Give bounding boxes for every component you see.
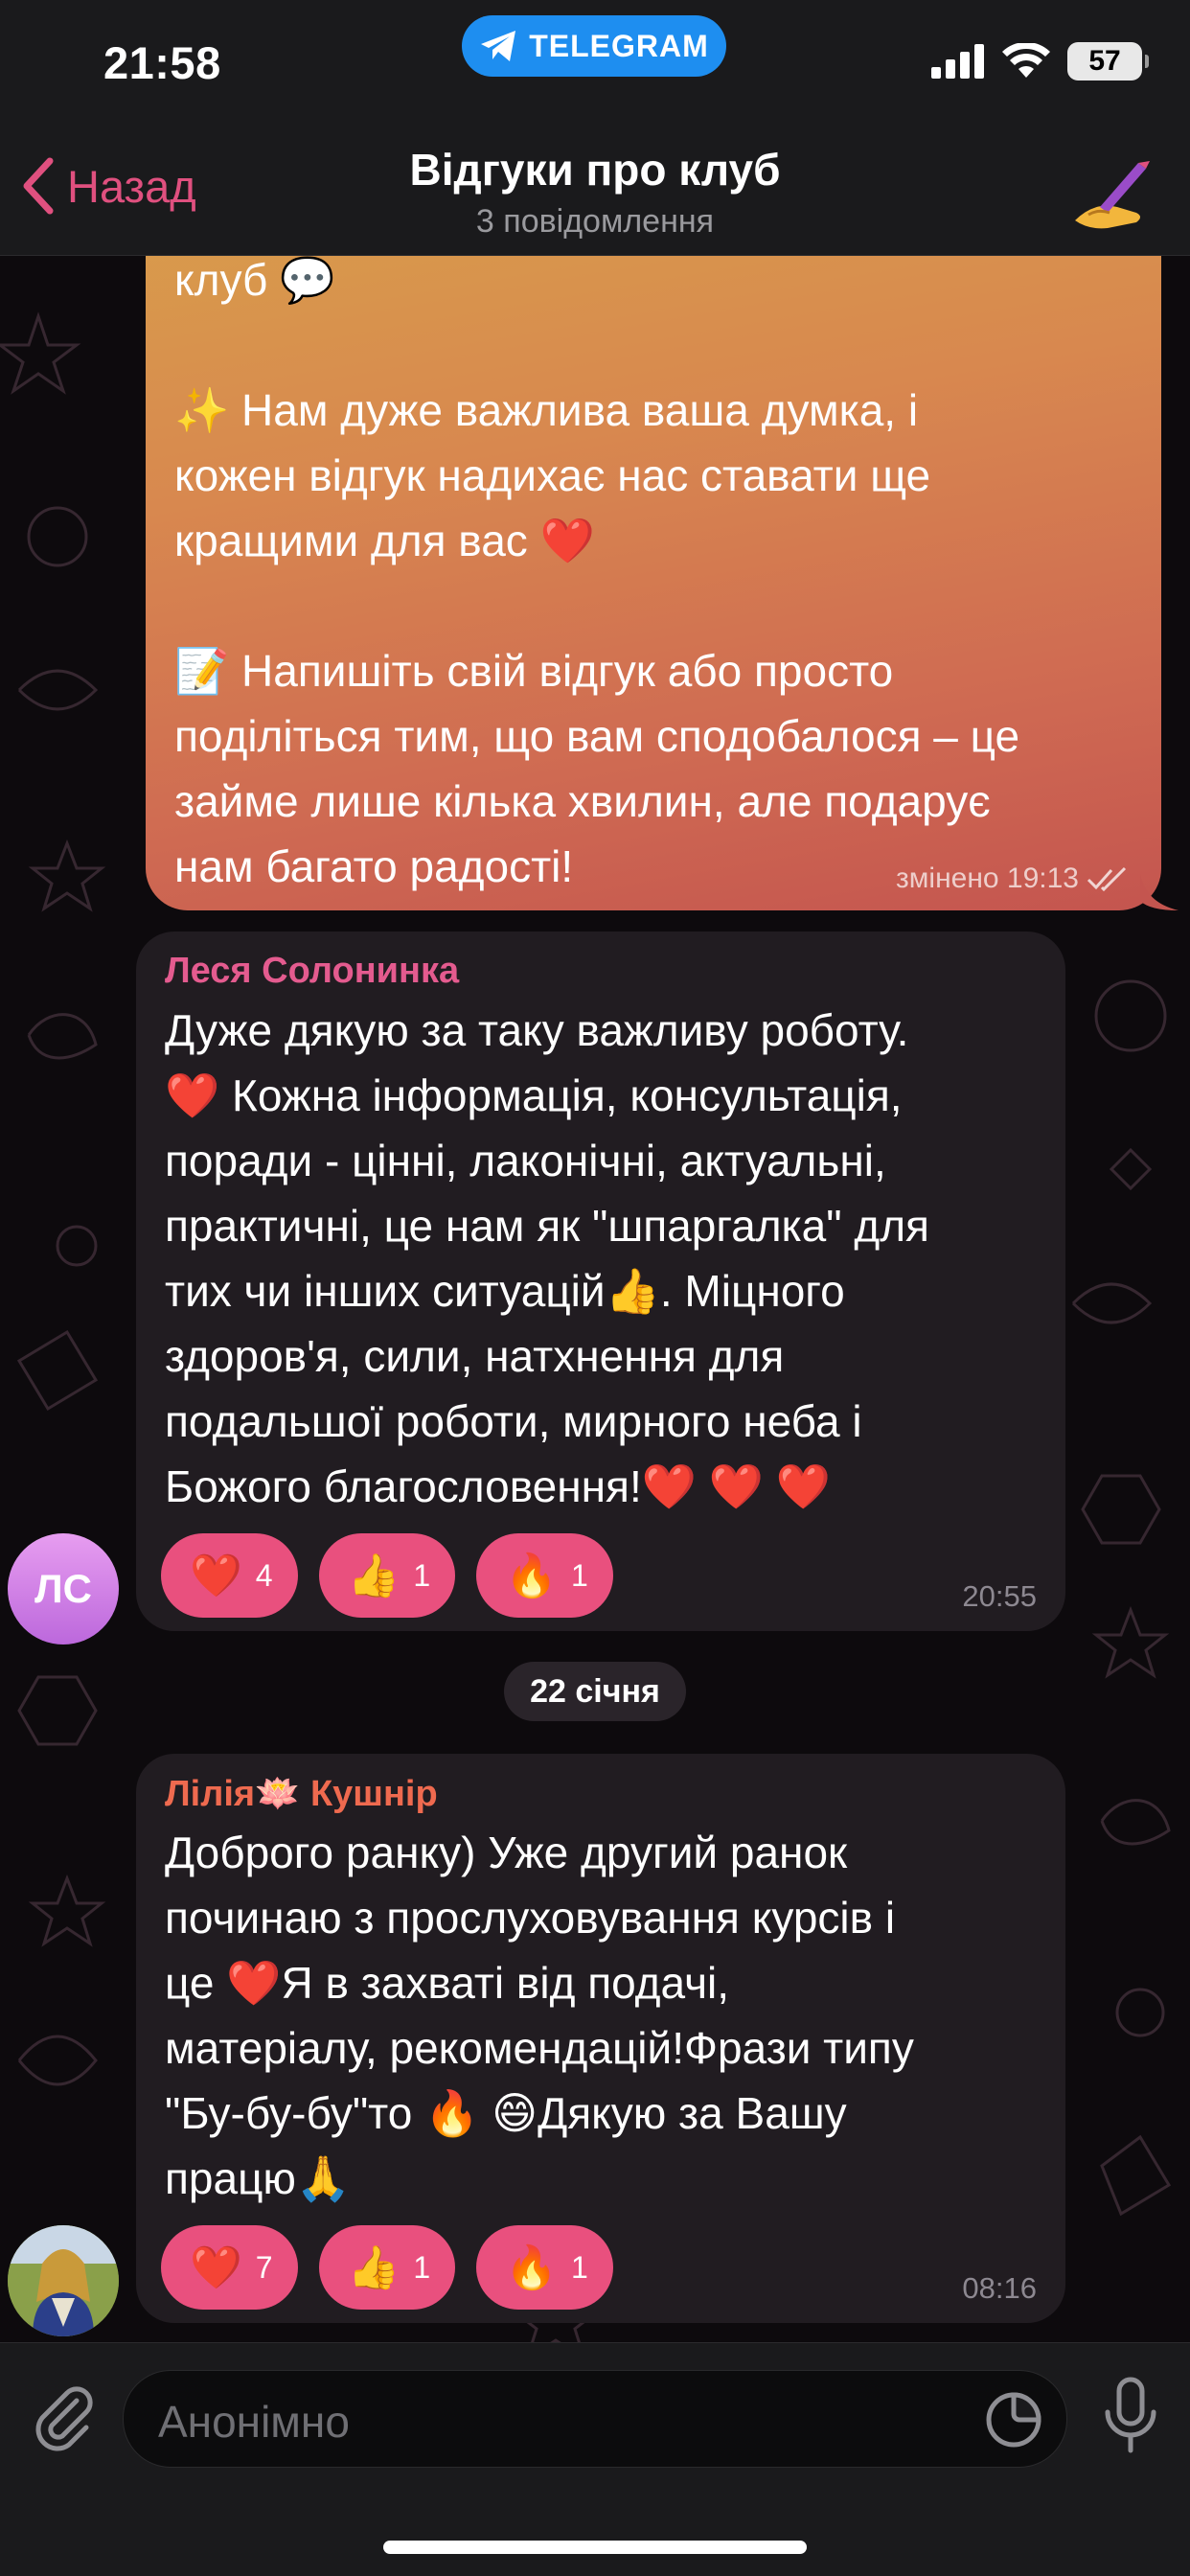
- reaction-emoji: 🔥: [505, 1552, 558, 1599]
- status-time: 21:58: [103, 37, 221, 88]
- chat-subtitle: 3 повідомлення: [475, 203, 715, 240]
- reaction-count: 1: [570, 1557, 588, 1593]
- battery-level: 57: [1088, 45, 1121, 77]
- message-line: "Бу-бу-бу"то 🔥 😄Дякую за Вашу: [165, 2088, 847, 2138]
- reaction-emoji: 👍: [347, 1552, 400, 1599]
- reaction-emoji: 👍: [347, 2244, 400, 2291]
- writing-hand-icon[interactable]: [1071, 153, 1152, 234]
- incoming-message-bubble[interactable]: Лілія🪷 Кушнір Доброго ранку) Уже другий …: [136, 1754, 1065, 2323]
- reaction-thumbs-up[interactable]: 👍 1: [318, 2225, 456, 2310]
- reaction-count: 1: [570, 2249, 588, 2285]
- message-line: здоров'я, сили, натхнення для: [165, 1331, 785, 1381]
- reactions-row: ❤️ 7 👍 1 🔥 1: [161, 2225, 613, 2310]
- outgoing-line: нам багато радості!: [174, 841, 574, 891]
- reaction-fire[interactable]: 🔥 1: [476, 2225, 613, 2310]
- wifi-icon: [1002, 43, 1050, 78]
- reaction-count: 7: [255, 2249, 273, 2285]
- message-input[interactable]: Анонімно: [123, 2370, 1067, 2468]
- sender-name[interactable]: Лілія🪷 Кушнір: [165, 1773, 438, 1815]
- reaction-count: 1: [413, 1557, 431, 1593]
- battery-icon: 57: [1067, 42, 1149, 80]
- outgoing-line: кожен відгук надихає нас ставати ще: [174, 450, 931, 500]
- telegram-app-pill[interactable]: TELEGRAM: [462, 15, 726, 77]
- sticker-icon[interactable]: [984, 2390, 1043, 2450]
- reaction-count: 1: [413, 2249, 431, 2285]
- message-time: 20:55: [962, 1579, 1037, 1613]
- message-line: Божого благословення!❤️ ❤️ ❤️: [165, 1461, 832, 1511]
- message-line: поради - цінні, лаконічні, актуальні,: [165, 1136, 886, 1185]
- telegram-label: TELEGRAM: [529, 28, 709, 63]
- outgoing-line: поділіться тим, що вам сподобалося – це: [174, 711, 1020, 761]
- message-line: Доброго ранку) Уже другий ранок: [165, 1828, 848, 1877]
- outgoing-line: клуб 💬: [174, 255, 335, 305]
- microphone-icon[interactable]: [1100, 2376, 1161, 2456]
- chat-title[interactable]: Відгуки про клуб: [0, 144, 1190, 196]
- message-line: Дуже дякую за таку важливу роботу.: [165, 1005, 909, 1055]
- message-line: це ❤️Я в захваті від подачі,: [165, 1958, 730, 2008]
- sender-name[interactable]: Леся Солонинка: [165, 951, 459, 992]
- reaction-emoji: ❤️: [190, 2244, 242, 2291]
- home-indicator[interactable]: [383, 2541, 807, 2554]
- outgoing-line: 📝 Напишіть свій відгук або просто: [174, 646, 894, 696]
- reaction-fire[interactable]: 🔥 1: [476, 1533, 613, 1618]
- bubble-tail: [1140, 874, 1179, 910]
- message-line: практичні, це нам як "шпаргалка" для: [165, 1201, 929, 1251]
- message-edit-meta: змінено 19:13: [896, 862, 1129, 895]
- message-line: матеріалу, рекомендацій!Фрази типу: [165, 2023, 914, 2073]
- telegram-plane-icon: [481, 31, 516, 61]
- paperclip-icon[interactable]: [27, 2381, 98, 2452]
- chat-header: Назад Відгуки про клуб 3 повідомлення: [0, 125, 1190, 256]
- reaction-thumbs-up[interactable]: 👍 1: [318, 1533, 456, 1618]
- message-line: ❤️ Кожна інформація, консультація,: [165, 1070, 903, 1120]
- outgoing-line: кращими для вас ❤️: [174, 516, 595, 565]
- avatar[interactable]: [8, 2225, 119, 2336]
- message-line: починаю з прослуховування курсів і: [165, 1893, 896, 1943]
- incoming-message-bubble[interactable]: Леся Солонинка Дуже дякую за таку важлив…: [136, 932, 1065, 1631]
- double-check-icon: [1087, 866, 1127, 891]
- message-line: працю🙏: [165, 2153, 352, 2203]
- date-separator: 22 січня: [504, 1662, 686, 1721]
- message-time: 08:16: [962, 2271, 1037, 2305]
- outgoing-line: ✨ Нам дуже важлива ваша думка, і: [174, 385, 919, 435]
- reaction-emoji: ❤️: [190, 1552, 242, 1599]
- reaction-emoji: 🔥: [505, 2244, 558, 2291]
- status-bar: 21:58 TELEGRAM 57: [0, 0, 1190, 125]
- reaction-heart[interactable]: ❤️ 7: [161, 2225, 298, 2310]
- reactions-row: ❤️ 4 👍 1 🔥 1: [161, 1533, 613, 1618]
- avatar-photo: [8, 2225, 119, 2336]
- edited-time: змінено 19:13: [896, 862, 1079, 894]
- status-icons: 57: [931, 42, 1149, 80]
- reaction-count: 4: [255, 1557, 273, 1593]
- signal-icon: [931, 44, 984, 79]
- message-input-bar: Анонімно: [0, 2342, 1190, 2576]
- reaction-heart[interactable]: ❤️ 4: [161, 1533, 298, 1618]
- avatar[interactable]: ЛС: [8, 1533, 119, 1644]
- message-line: подальшої роботи, мирного неба і: [165, 1396, 862, 1446]
- telegram-chat-screen: клуб 💬 ✨ Нам дуже важлива ваша думка, і …: [0, 0, 1190, 2576]
- outgoing-line: займе лише кілька хвилин, але подарує: [174, 776, 991, 826]
- message-placeholder: Анонімно: [158, 2397, 350, 2447]
- message-line: тих чи інших ситуацій👍. Міцного: [165, 1266, 845, 1316]
